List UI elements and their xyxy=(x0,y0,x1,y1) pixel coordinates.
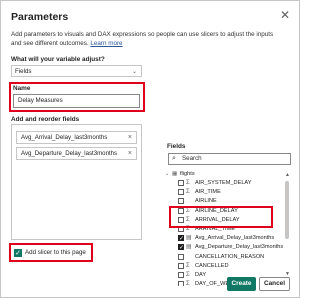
field-label: AIRLINE_DELAY xyxy=(195,207,238,214)
name-label: Name xyxy=(13,85,31,92)
field-checkbox[interactable] xyxy=(178,253,184,260)
tree-field-row[interactable]: AIRLINE xyxy=(161,197,286,206)
field-label: ARRIVAL_TIME xyxy=(195,226,235,232)
cancel-button[interactable]: Cancel xyxy=(259,277,290,291)
parameters-dialog: Parameters ✕ Add parameters to visuals a… xyxy=(0,0,300,298)
create-button[interactable]: Create xyxy=(227,277,256,291)
field-checkbox[interactable] xyxy=(178,189,184,196)
field-checkbox[interactable]: ✓ xyxy=(178,235,184,242)
tree-field-row[interactable]: Σ ARRIVAL_TIME xyxy=(161,225,286,234)
field-checkbox[interactable] xyxy=(178,216,184,223)
add-reorder-label: Add and reorder fields xyxy=(11,116,80,123)
field-checkbox[interactable] xyxy=(178,262,184,269)
tree-field-row[interactable]: Σ AIR_TIME xyxy=(161,188,286,197)
sigma-icon: Σ xyxy=(186,281,190,286)
selected-field-label: Avg_Arrival_Delay_last3months xyxy=(21,134,108,141)
tree-field-row[interactable]: Σ AIR_SYSTEM_DELAY xyxy=(161,179,286,188)
field-label: AIR_SYSTEM_DELAY xyxy=(195,180,252,186)
sigma-icon: Σ xyxy=(186,189,190,196)
scroll-up-icon[interactable]: ▲ xyxy=(285,172,290,178)
field-label: AIR_TIME xyxy=(195,189,221,196)
sigma-icon: Σ xyxy=(186,207,190,214)
chevron-down-icon[interactable]: ⌄ xyxy=(165,170,169,179)
tree-field-row[interactable]: Σ ARRIVAL_DELAY xyxy=(161,216,286,225)
field-label: DAY xyxy=(195,272,207,278)
selected-field-item[interactable]: Avg_Departure_Delay_last3months × xyxy=(16,147,137,160)
learn-more-link[interactable]: Learn more xyxy=(90,40,122,47)
field-label: AIRLINE xyxy=(195,198,217,205)
dialog-title: Parameters xyxy=(11,11,69,23)
name-input[interactable]: Delay Measures xyxy=(13,94,140,108)
field-checkbox[interactable] xyxy=(178,226,184,232)
remove-icon[interactable]: × xyxy=(128,132,132,143)
search-placeholder: Search xyxy=(182,155,202,162)
selected-field-label: Avg_Departure_Delay_last3months xyxy=(21,150,118,157)
close-icon[interactable]: ✕ xyxy=(280,9,290,21)
sigma-icon: Σ xyxy=(186,262,190,269)
field-checkbox[interactable] xyxy=(178,272,184,278)
variable-type-dropdown[interactable]: Fields ⌄ xyxy=(11,65,142,77)
measure-icon: ▤ xyxy=(186,244,192,251)
field-label: CANCELLATION_REASON xyxy=(195,253,265,260)
description-text: Add parameters to visuals and DAX expres… xyxy=(11,31,274,47)
field-label: Avg_Arrival_Delay_last3months xyxy=(195,235,275,242)
field-checkbox[interactable] xyxy=(178,180,184,186)
tree-scrollbar[interactable] xyxy=(285,181,289,239)
fields-tree: ⌄ ▦ flights Σ AIR_SYSTEM_DELAY Σ AIR_TIME AI… xyxy=(161,170,291,286)
add-slicer-checkbox[interactable]: ✓ xyxy=(14,249,22,257)
field-checkbox[interactable] xyxy=(178,281,184,286)
table-icon: ▦ xyxy=(172,171,178,177)
sigma-icon: Σ xyxy=(186,180,190,186)
selected-fields-list: Avg_Arrival_Delay_last3months × Avg_Depa… xyxy=(11,124,142,240)
fields-label: Fields xyxy=(167,143,186,150)
field-label: ARRIVAL_DELAY xyxy=(195,216,240,223)
field-label: Avg_Departure_Delay_last3months xyxy=(195,244,284,251)
remove-icon[interactable]: × xyxy=(128,148,132,159)
search-input[interactable]: ⌕ Search xyxy=(168,153,291,165)
field-checkbox[interactable]: ✓ xyxy=(178,244,184,251)
field-checkbox[interactable] xyxy=(178,207,184,214)
tree-field-row[interactable]: ✓ ▤ Avg_Departure_Delay_last3months xyxy=(161,243,286,252)
field-label: CANCELLED xyxy=(195,262,229,269)
add-slicer-label: Add slicer to this page xyxy=(25,249,86,256)
sigma-icon: Σ xyxy=(186,216,190,223)
field-checkbox[interactable] xyxy=(178,198,184,205)
measure-icon: ▤ xyxy=(186,235,192,242)
table-name: flights xyxy=(180,171,195,177)
tree-field-row[interactable]: CANCELLATION_REASON xyxy=(161,253,286,262)
selected-field-item[interactable]: Avg_Arrival_Delay_last3months × xyxy=(16,131,137,144)
tree-table-row[interactable]: ⌄ ▦ flights xyxy=(161,170,286,179)
tree-field-row[interactable]: Σ AIRLINE_DELAY xyxy=(161,207,286,216)
dialog-description: Add parameters to visuals and DAX expres… xyxy=(11,30,281,48)
variable-type-value: Fields xyxy=(15,68,32,75)
search-icon: ⌕ xyxy=(172,155,176,162)
tree-field-row[interactable]: Σ CANCELLED xyxy=(161,262,286,271)
variable-question-label: What will your variable adjust? xyxy=(11,56,105,63)
sigma-icon: Σ xyxy=(186,226,190,232)
tree-field-row[interactable]: ✓ ▤ Avg_Arrival_Delay_last3months xyxy=(161,234,286,243)
sigma-icon: Σ xyxy=(186,272,190,278)
chevron-down-icon: ⌄ xyxy=(131,69,137,75)
